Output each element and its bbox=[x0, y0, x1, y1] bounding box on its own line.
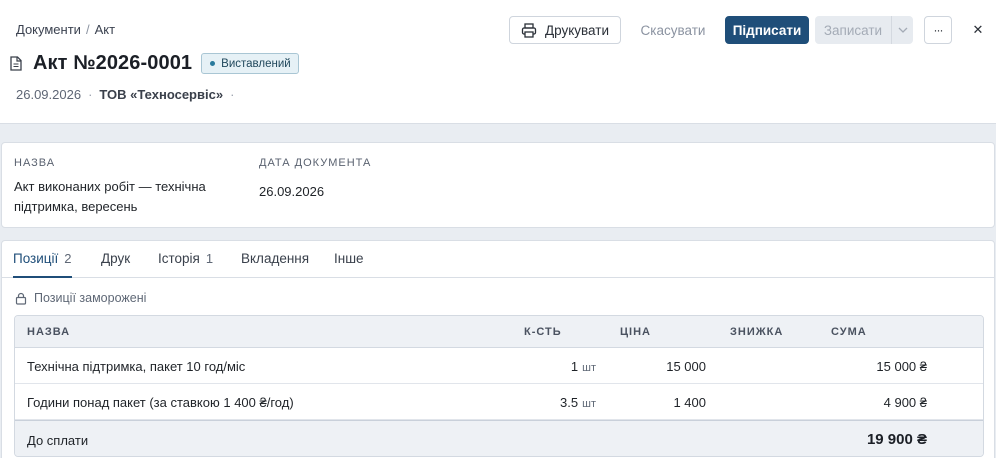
meta-organization[interactable]: ТОВ «Техносервіс» bbox=[99, 87, 223, 102]
row-name: Технічна підтримка, пакет 10 год/міс bbox=[27, 359, 246, 374]
meta-separator: · bbox=[88, 87, 93, 102]
date-field-value: 26.09.2026 bbox=[259, 184, 325, 199]
row-sum: 15 000 ₴ bbox=[876, 359, 927, 374]
name-field-line-2: підтримка, вересень bbox=[14, 199, 138, 214]
name-field-label: НАЗВА bbox=[14, 157, 56, 169]
status-label: Виставлений bbox=[221, 57, 291, 70]
date-field-label: ДАТА ДОКУМЕНТА bbox=[259, 157, 372, 169]
column-header-discount[interactable]: ЗНИЖКА bbox=[730, 326, 783, 338]
tab-positions-label: Позиції bbox=[13, 251, 59, 266]
column-header-price[interactable]: ЦІНА bbox=[620, 326, 651, 338]
tab-other[interactable]: Інше bbox=[334, 251, 364, 278]
status-dot-icon bbox=[210, 61, 216, 66]
cancel-button[interactable]: Скасувати bbox=[625, 16, 721, 44]
breadcrumb-documents-link[interactable]: Документи bbox=[16, 22, 81, 37]
meta-date: 26.09.2026 bbox=[16, 87, 82, 102]
column-header-qty[interactable]: К-СТЬ bbox=[524, 326, 562, 338]
save-options-button[interactable] bbox=[891, 16, 913, 44]
row-qty: 3.5 шт bbox=[560, 395, 596, 410]
tab-other-label: Інше bbox=[334, 251, 364, 266]
status-badge: Виставлений bbox=[201, 53, 299, 74]
breadcrumb: Документи / Акт bbox=[16, 22, 115, 37]
document-meta: 26.09.2026 · ТОВ «Техносервіс» · bbox=[16, 87, 241, 102]
row-qty-unit: шт bbox=[582, 398, 596, 410]
positions-table: НАЗВА К-СТЬ ЦІНА ЗНИЖКА СУМА Технічна пі… bbox=[14, 315, 984, 457]
tab-history[interactable]: Історія 1 bbox=[158, 251, 213, 278]
lock-icon bbox=[15, 292, 27, 305]
row-price: 1 400 bbox=[673, 395, 706, 410]
frozen-notice-text: Позиції заморожені bbox=[34, 291, 147, 305]
document-fields-card: НАЗВА Акт виконаних робіт — технічна під… bbox=[1, 142, 995, 228]
more-actions-button[interactable]: ··· bbox=[924, 16, 952, 44]
row-qty: 1 шт bbox=[571, 359, 596, 374]
row-price: 15 000 bbox=[666, 359, 706, 374]
ellipsis-icon: ··· bbox=[933, 23, 944, 37]
printer-icon bbox=[521, 22, 537, 38]
sign-button[interactable]: Підписати bbox=[725, 16, 809, 44]
tab-attachments[interactable]: Вкладення bbox=[241, 251, 309, 278]
tab-history-label: Історія bbox=[158, 251, 200, 266]
table-row[interactable]: Технічна підтримка, пакет 10 год/міс 1 шт… bbox=[15, 348, 983, 384]
table-total-row: До сплати 19 900 ₴ bbox=[15, 420, 983, 456]
frozen-notice: Позиції заморожені bbox=[15, 291, 146, 305]
meta-separator: · bbox=[230, 87, 235, 102]
positions-card: Позиції 2 Друк Історія 1 Вкладення Інше По… bbox=[1, 240, 995, 458]
breadcrumb-separator: / bbox=[85, 22, 90, 37]
breadcrumb-current: Акт bbox=[94, 22, 116, 37]
column-header-name[interactable]: НАЗВА bbox=[27, 326, 70, 338]
tab-history-count: 1 bbox=[205, 251, 214, 266]
tab-print-label: Друк bbox=[101, 251, 131, 266]
document-header: Документи / Акт Акт №2026-0001 Виставлений… bbox=[0, 0, 996, 124]
name-field-line-1: Акт виконаних робіт — технічна bbox=[14, 179, 206, 194]
print-button[interactable]: Друкувати bbox=[509, 16, 621, 44]
row-qty-value: 1 bbox=[570, 359, 579, 374]
print-button-label: Друкувати bbox=[544, 22, 609, 38]
page-title: Акт №2026-0001 bbox=[33, 52, 193, 74]
row-qty-value: 3.5 bbox=[560, 395, 579, 410]
row-name: Години понад пакет (за ставкою 1 400 ₴/г… bbox=[27, 395, 294, 410]
save-split-button: Записати bbox=[815, 16, 913, 44]
document-icon bbox=[10, 55, 24, 72]
table-header: НАЗВА К-СТЬ ЦІНА ЗНИЖКА СУМА bbox=[15, 316, 983, 348]
column-header-sum[interactable]: СУМА bbox=[831, 326, 867, 338]
tab-print[interactable]: Друк bbox=[101, 251, 130, 278]
tab-positions-count: 2 bbox=[64, 251, 72, 266]
title-row: Акт №2026-0001 Виставлений bbox=[10, 52, 299, 75]
chevron-down-icon bbox=[898, 27, 907, 33]
close-button[interactable]: ✕ bbox=[967, 16, 989, 44]
tab-bar: Позиції 2 Друк Історія 1 Вкладення Інше bbox=[2, 241, 994, 278]
total-value: 19 900 ₴ bbox=[866, 431, 927, 448]
row-qty-unit: шт bbox=[582, 362, 596, 374]
row-sum: 4 900 ₴ bbox=[883, 395, 927, 410]
save-button[interactable]: Записати bbox=[815, 16, 891, 44]
table-row[interactable]: Години понад пакет (за ставкою 1 400 ₴/г… bbox=[15, 384, 983, 420]
close-icon: ✕ bbox=[972, 22, 984, 37]
tab-attachments-label: Вкладення bbox=[241, 251, 310, 266]
toolbar: Друкувати Скасувати Підписати Записати ·… bbox=[509, 16, 989, 44]
total-label: До сплати bbox=[27, 433, 89, 448]
tab-positions[interactable]: Позиції 2 bbox=[13, 251, 72, 278]
